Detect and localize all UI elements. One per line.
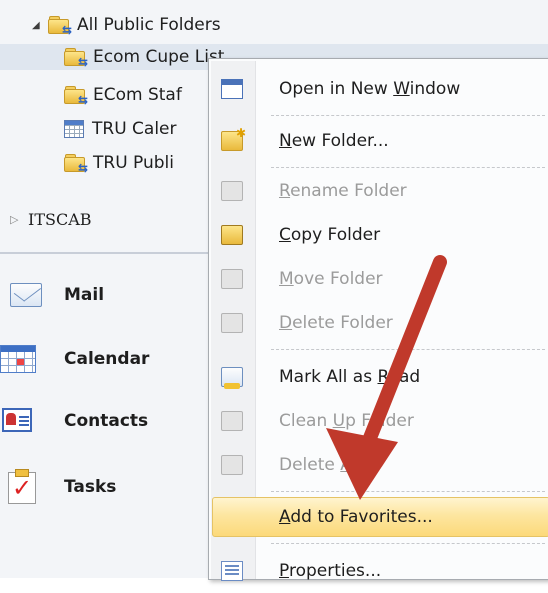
calendar-folder-icon [64, 120, 84, 138]
delete-all-icon [221, 455, 243, 475]
move-folder-icon [221, 269, 243, 289]
public-folder-icon: ⇆ [64, 86, 88, 106]
menu-separator [271, 491, 545, 492]
menu-separator [271, 543, 545, 544]
mark-all-read-icon [221, 367, 243, 389]
public-folder-icon: ⇆ [48, 16, 72, 36]
menu-item-label: Properties... [279, 561, 382, 581]
copy-folder-icon [221, 225, 243, 245]
menu-item-label: Open in New Window [279, 79, 461, 99]
menu-item-move-folder[interactable]: Move Folder [209, 257, 548, 301]
menu-item-label: Delete Folder [279, 313, 393, 333]
tasks-icon [0, 469, 44, 504]
tree-item-ecom-staff[interactable]: ⇆ ECom Staf [64, 82, 182, 108]
menu-separator [271, 115, 545, 116]
clean-up-folder-icon [221, 411, 243, 431]
mail-icon [0, 278, 44, 312]
contacts-icon [0, 404, 44, 438]
menu-separator [271, 349, 545, 350]
calendar-icon [0, 342, 44, 376]
menu-item-mark-all-as-read[interactable]: Mark All as Read [209, 355, 548, 399]
public-folder-icon: ⇆ [64, 48, 88, 68]
menu-item-add-to-favorites[interactable]: Add to Favorites... [209, 495, 548, 539]
nav-button-tasks[interactable]: Tasks [0, 458, 210, 516]
tree-item-label: TRU Publi [93, 153, 175, 173]
menu-item-label: Rename Folder [279, 181, 407, 201]
folder-context-menu: Open in New Window New Folder... Rename … [208, 58, 548, 581]
menu-item-clean-up-folder[interactable]: Clean Up Folder [209, 399, 548, 443]
collapsed-triangle-icon[interactable]: ▷ [10, 213, 22, 226]
menu-item-label: Move Folder [279, 269, 383, 289]
properties-icon [221, 561, 243, 581]
tree-item-all-public-folders[interactable]: ◢ ⇆ All Public Folders [32, 12, 221, 38]
nav-divider [0, 252, 210, 254]
menu-item-open-in-new-window[interactable]: Open in New Window [209, 67, 548, 111]
nav-button-label: Contacts [64, 411, 149, 431]
nav-button-label: Tasks [64, 477, 117, 497]
menu-item-label: Copy Folder [279, 225, 381, 245]
public-folder-icon: ⇆ [64, 154, 88, 174]
tree-item-label: ITSCAB [28, 209, 92, 229]
tree-item-itscab[interactable]: ▷ ITSCAB [10, 206, 92, 232]
menu-item-label: Mark All as Read [279, 367, 421, 387]
tree-item-label: TRU Caler [92, 119, 177, 139]
nav-button-label: Mail [64, 285, 105, 305]
menu-item-label: New Folder... [279, 131, 389, 151]
nav-button-calendar[interactable]: Calendar [0, 330, 210, 388]
menu-item-rename-folder[interactable]: Rename Folder [209, 169, 548, 213]
delete-folder-icon [221, 313, 243, 333]
nav-button-label: Calendar [64, 349, 150, 369]
menu-item-label: Add to Favorites... [279, 507, 433, 527]
nav-button-mail[interactable]: Mail [0, 266, 210, 324]
menu-item-properties[interactable]: Properties... [209, 549, 548, 593]
new-folder-icon [221, 126, 246, 151]
tree-item-label: ECom Staf [93, 85, 182, 105]
menu-item-copy-folder[interactable]: Copy Folder [209, 213, 548, 257]
menu-item-label: Delete All [279, 455, 362, 475]
expanded-triangle-icon[interactable]: ◢ [32, 20, 44, 31]
tree-item-label: Ecom Cupe List [93, 47, 225, 67]
menu-item-delete-all[interactable]: Delete All [209, 443, 548, 487]
menu-item-delete-folder[interactable]: Delete Folder [209, 301, 548, 345]
menu-item-new-folder[interactable]: New Folder... [209, 119, 548, 163]
menu-separator [271, 167, 545, 168]
rename-folder-icon [221, 181, 243, 201]
menu-item-label: Clean Up Folder [279, 411, 414, 431]
nav-button-contacts[interactable]: Contacts [0, 392, 210, 450]
tree-item-tru-calendar[interactable]: TRU Caler [64, 116, 177, 142]
tree-item-tru-public[interactable]: ⇆ TRU Publi [64, 150, 174, 176]
open-new-window-icon [221, 79, 243, 99]
tree-item-label: All Public Folders [77, 15, 221, 35]
